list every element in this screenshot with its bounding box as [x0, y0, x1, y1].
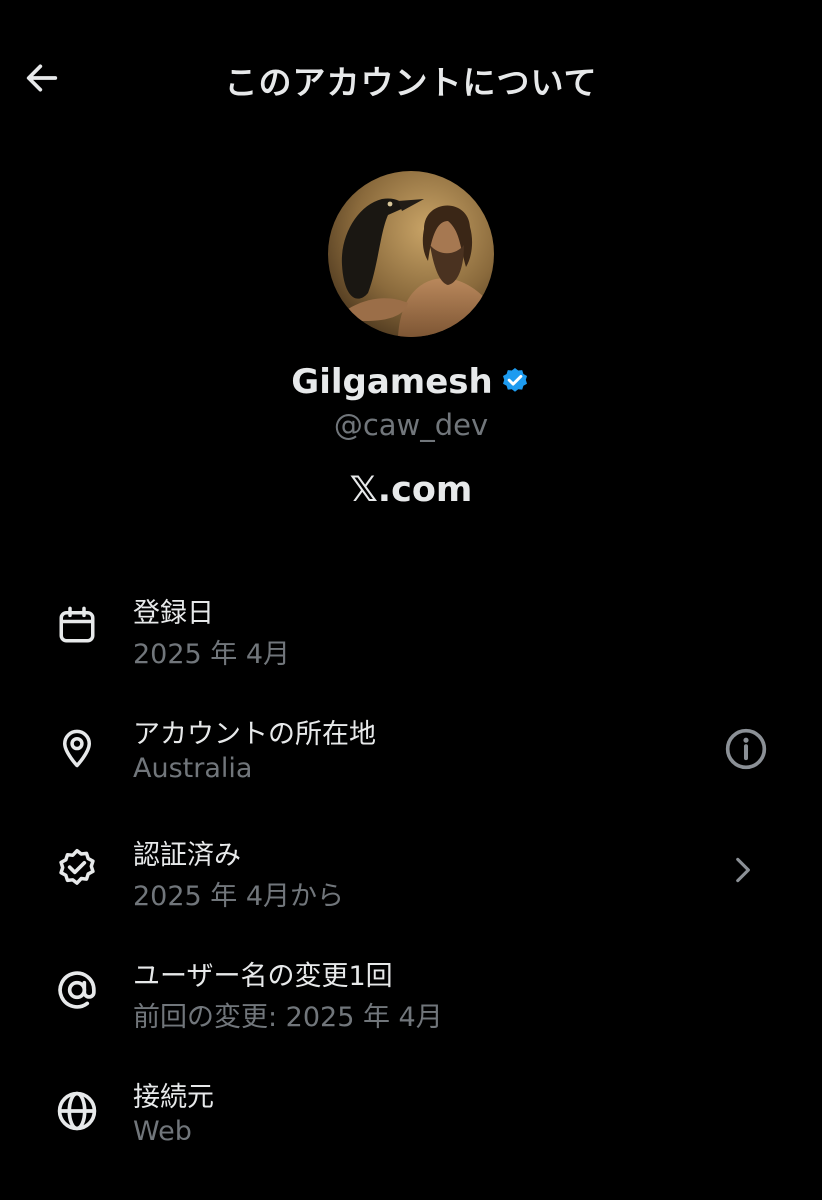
info-row-joined: 登録日 2025 年 4月 [0, 586, 822, 686]
info-button[interactable] [722, 725, 770, 773]
display-name: Gilgamesh [291, 362, 493, 402]
top-bar: このアカウントについて [0, 0, 822, 150]
info-icon [725, 728, 767, 770]
row-label: 認証済み [133, 840, 241, 871]
row-label: 接続元 [133, 1082, 214, 1113]
username-handle: @caw_dev [333, 408, 489, 442]
page-title: このアカウントについて [224, 63, 598, 102]
row-value: Australia [133, 753, 253, 784]
site-link[interactable]: 𝕏.com [0, 470, 822, 510]
info-row-location: アカウントの所在地 Australia [0, 707, 822, 807]
row-value: 前回の変更: 2025 年 4月 [133, 1002, 443, 1033]
row-label: 登録日 [133, 598, 214, 629]
at-sign-icon [54, 967, 100, 1013]
info-row-verified[interactable]: 認証済み 2025 年 4月から [0, 828, 822, 928]
info-row-username-changes: ユーザー名の変更1回 前回の変更: 2025 年 4月 [0, 949, 822, 1049]
globe-icon [54, 1088, 100, 1134]
info-row-connected-via: 接続元 Web [0, 1070, 822, 1170]
row-value: 2025 年 4月から [133, 881, 345, 912]
avatar[interactable] [328, 171, 494, 337]
row-label: アカウントの所在地 [133, 719, 376, 750]
row-value: 2025 年 4月 [133, 639, 291, 670]
row-value: Web [133, 1116, 192, 1147]
row-label: ユーザー名の変更1回 [133, 961, 393, 992]
calendar-icon [54, 602, 100, 648]
profile-name-row: Gilgamesh [0, 362, 822, 402]
location-pin-icon [54, 725, 100, 771]
verified-badge-icon [54, 846, 100, 892]
verified-badge-icon [502, 368, 527, 392]
chevron-right-icon [718, 846, 766, 894]
